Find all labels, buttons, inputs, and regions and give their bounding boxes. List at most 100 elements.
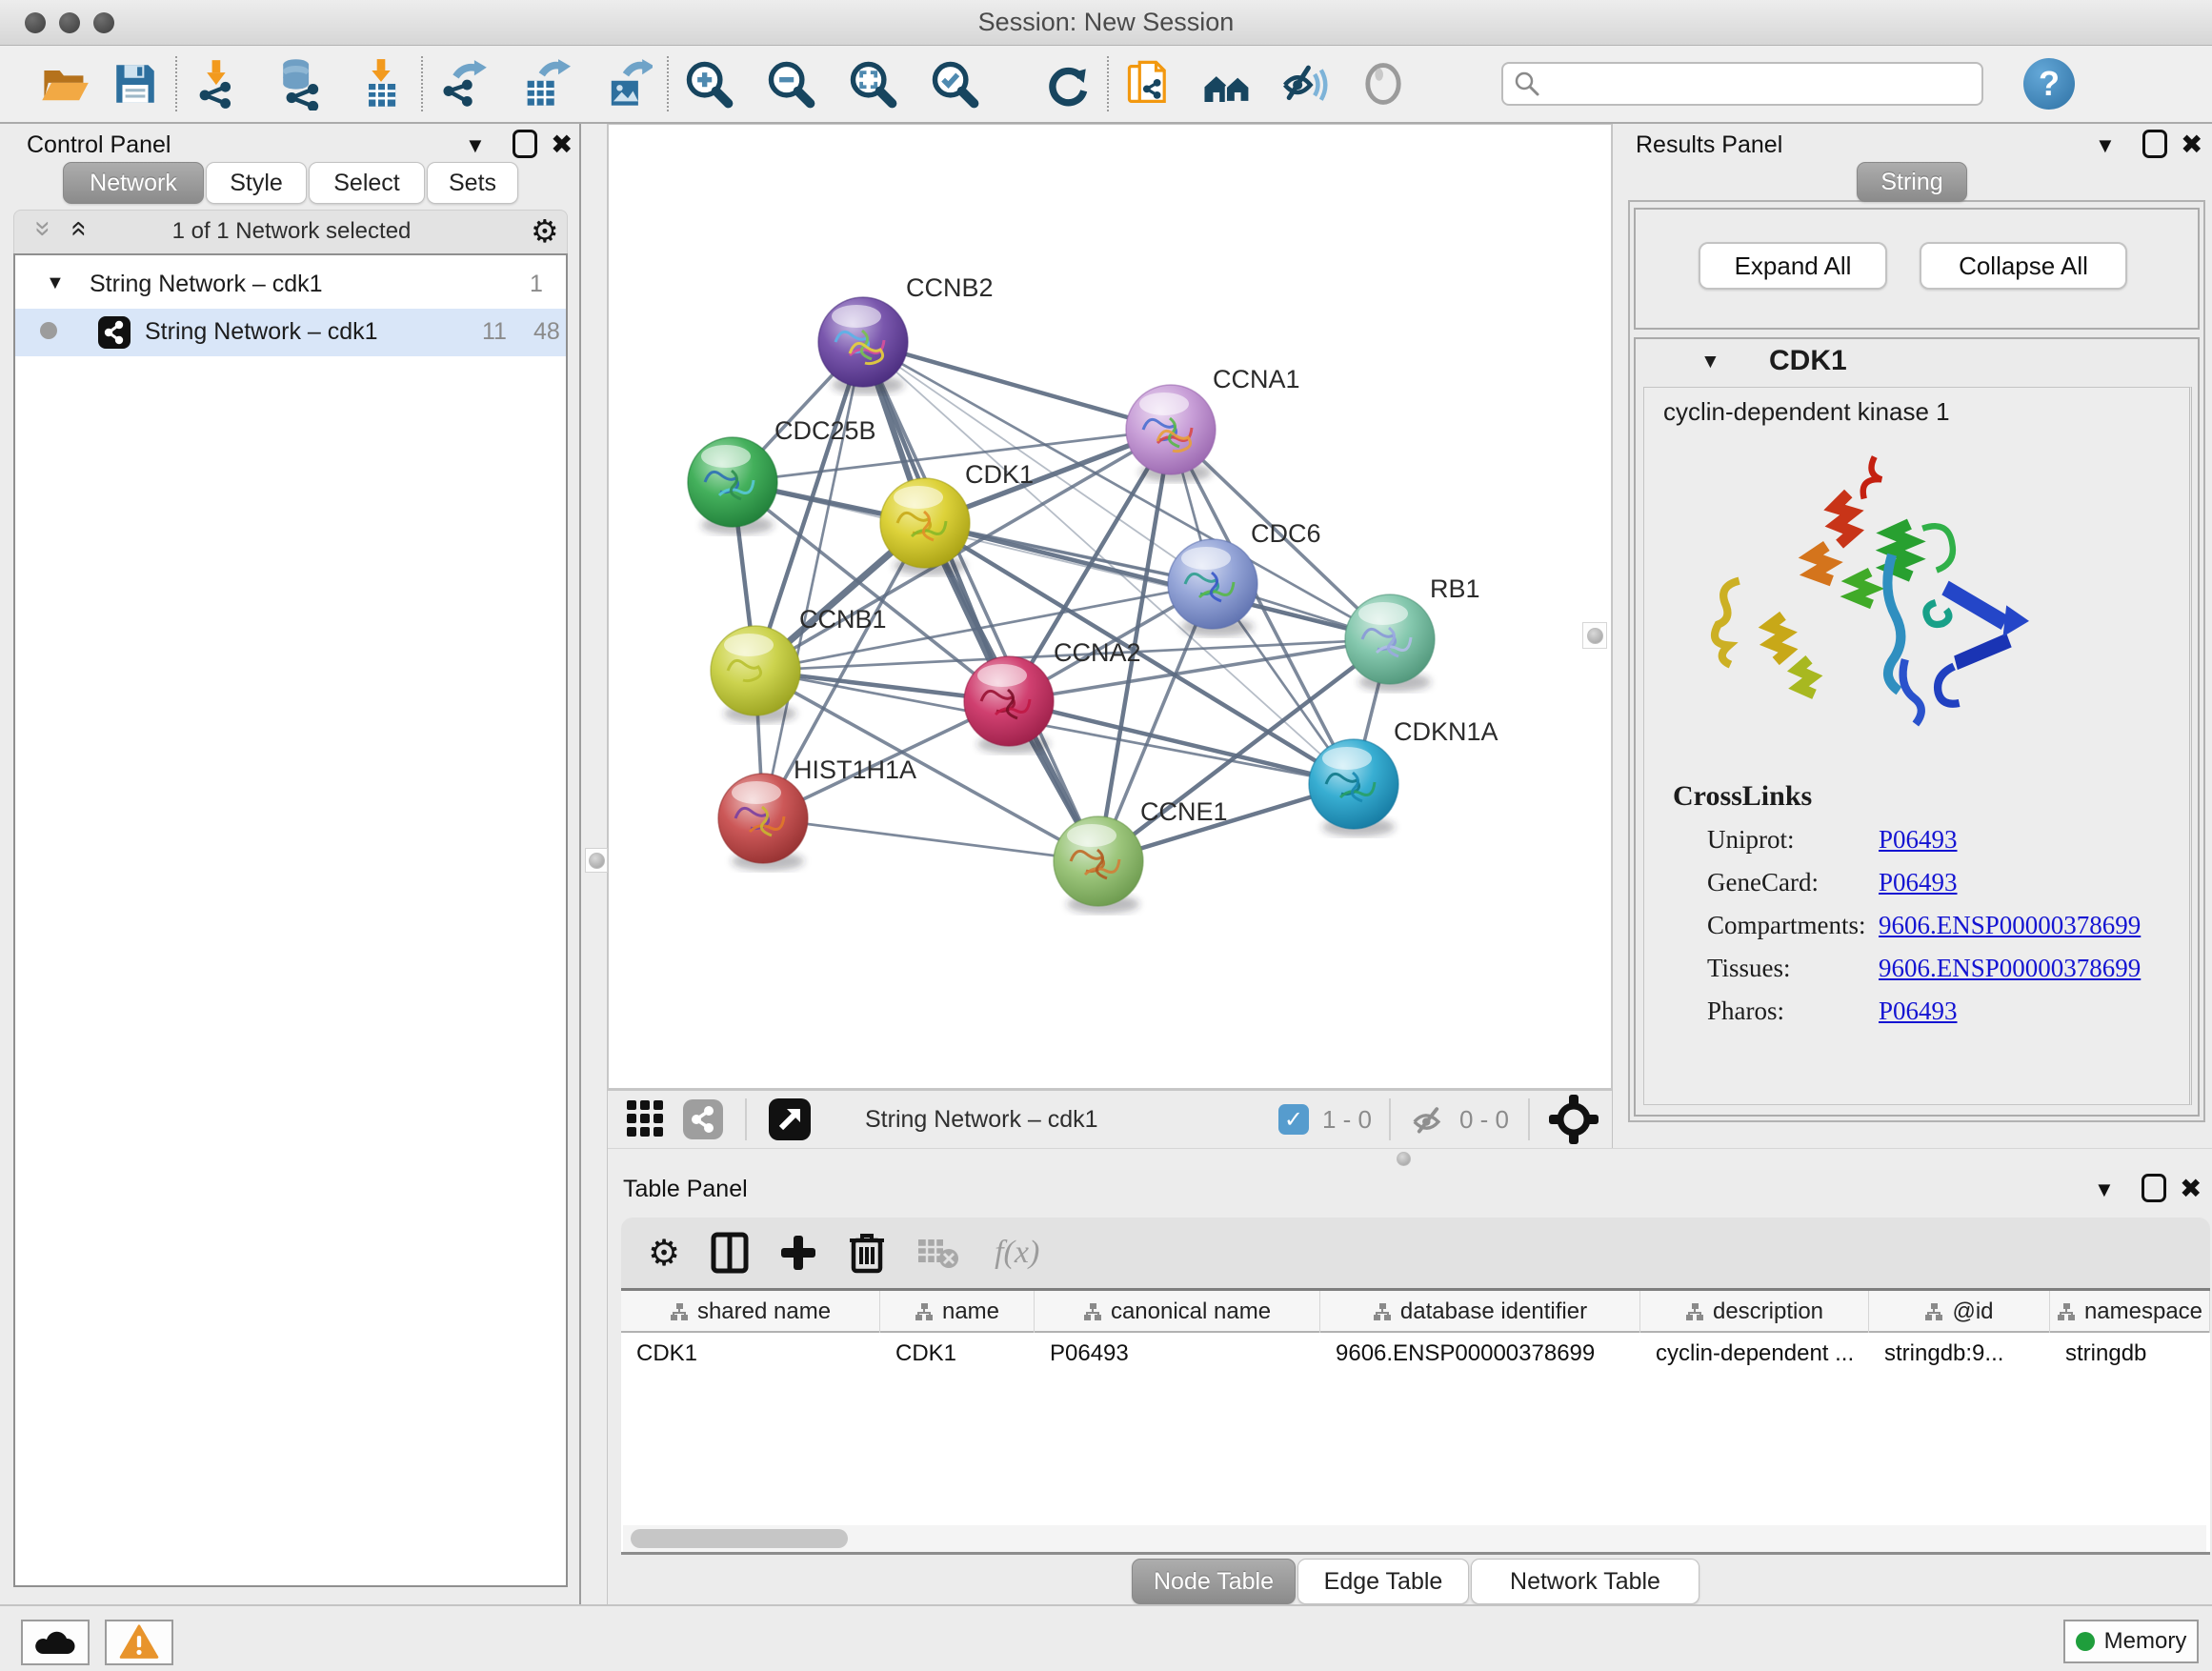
network-canvas[interactable]: CCNB2CCNA1CDC25BCDK1CDC6RB1CCNB1CCNA2CDK… [609, 125, 1611, 1088]
network-tree-root-row[interactable]: ▼ String Network – cdk1 1 [15, 263, 566, 309]
horizontal-splitter-handle[interactable] [1397, 1152, 1411, 1166]
float-table-icon[interactable] [2142, 1174, 2166, 1202]
pharos-link[interactable]: P06493 [1879, 997, 1958, 1025]
column-type-icon [1083, 1302, 1102, 1321]
string-network-icon [97, 315, 131, 350]
show-all-views-button[interactable] [1200, 57, 1254, 111]
tab-string[interactable]: String [1857, 162, 1967, 202]
delete-column-icon[interactable] [848, 1231, 886, 1275]
crosshair-icon[interactable] [1549, 1095, 1599, 1144]
hidden-node-edge-counts: 0 - 0 [1459, 1105, 1509, 1135]
automation-status-button[interactable] [21, 1620, 90, 1665]
tab-sets[interactable]: Sets [427, 162, 518, 204]
window-minimize-button[interactable] [59, 12, 80, 33]
results-buttons-box: Expand All Collapse All [1634, 208, 2200, 330]
column-header[interactable]: shared name [621, 1291, 880, 1333]
table-cell[interactable]: stringdb:9... [1869, 1333, 2050, 1375]
show-hidden-button[interactable] [1357, 57, 1410, 111]
tab-network[interactable]: Network [63, 162, 204, 204]
import-table-button[interactable] [354, 57, 408, 111]
crosslinks-list: Uniprot:P06493 GeneCard:P06493 Compartme… [1707, 818, 2141, 1033]
minimize-table-icon[interactable]: ▼ [2094, 1179, 2115, 1200]
column-header[interactable]: description [1640, 1291, 1869, 1333]
zoom-out-button[interactable] [764, 57, 817, 111]
tab-select[interactable]: Select [309, 162, 425, 204]
table-cell[interactable]: CDK1 [621, 1333, 880, 1375]
table-cell[interactable]: stringdb [2050, 1333, 2210, 1375]
network-view-mode-icon[interactable] [682, 1098, 724, 1140]
right-splitter-handle[interactable] [1587, 628, 1603, 644]
open-session-button[interactable] [38, 57, 91, 111]
tab-edge-table[interactable]: Edge Table [1297, 1559, 1469, 1604]
tab-style[interactable]: Style [206, 162, 307, 204]
close-table-icon[interactable]: ✖ [2180, 1176, 2202, 1202]
tab-node-table[interactable]: Node Table [1132, 1559, 1296, 1604]
zoom-fit-button[interactable] [846, 57, 899, 111]
window-zoom-button[interactable] [93, 12, 114, 33]
collection-network-count: 1 [530, 271, 543, 298]
compartments-link[interactable]: 9606.ENSP00000378699 [1879, 911, 2141, 939]
table-settings-gear-icon[interactable]: ⚙ [648, 1232, 680, 1275]
table-hscrollbar[interactable] [623, 1525, 2206, 1552]
table-hscrollbar-thumb[interactable] [631, 1529, 848, 1548]
table-panel: Table Panel ▼ ✖ ⚙ f(x) [608, 1170, 2212, 1604]
clone-network-button[interactable] [1122, 57, 1176, 111]
hide-selected-button[interactable] [1278, 57, 1332, 111]
save-session-button[interactable] [109, 57, 162, 111]
expand-all-button[interactable]: Expand All [1699, 242, 1887, 290]
birds-eye-view-icon[interactable] [768, 1097, 812, 1141]
uniprot-link[interactable]: P06493 [1879, 825, 1958, 854]
warnings-button[interactable] [105, 1620, 173, 1665]
results-panel: Results Panel ▼ ✖ String Expand All Coll… [1612, 124, 2212, 1148]
gene-symbol: CDK1 [1769, 345, 1847, 377]
help-button[interactable]: ? [2023, 58, 2075, 110]
zoom-selected-button[interactable] [928, 57, 981, 111]
table-cell[interactable]: cyclin-dependent ... [1640, 1333, 1869, 1375]
network-options-gear-icon[interactable]: ⚙ [531, 212, 559, 250]
table-cell[interactable]: P06493 [1035, 1333, 1320, 1375]
column-header[interactable]: name [880, 1291, 1035, 1333]
status-bar: Memory [0, 1604, 2212, 1671]
left-splitter[interactable] [579, 124, 608, 1604]
close-panel-icon[interactable]: ✖ [551, 131, 573, 158]
zoom-in-button[interactable] [682, 57, 735, 111]
network-tree-row-selected[interactable]: String Network – cdk1 11 48 [15, 309, 566, 356]
tree-expander-icon[interactable]: ▼ [46, 272, 65, 294]
left-splitter-handle[interactable] [589, 853, 605, 869]
add-column-icon[interactable] [779, 1234, 817, 1272]
show-columns-icon[interactable] [711, 1232, 749, 1274]
minimize-panel-icon[interactable]: ▼ [465, 135, 486, 156]
export-table-button[interactable] [518, 57, 572, 111]
minimize-results-icon[interactable]: ▼ [2095, 135, 2116, 156]
column-header[interactable]: database identifier [1320, 1291, 1640, 1333]
import-network-button[interactable] [191, 57, 244, 111]
close-results-icon[interactable]: ✖ [2181, 131, 2202, 158]
selected-checkbox-icon[interactable]: ✓ [1278, 1104, 1309, 1135]
svg-text:CDK1: CDK1 [965, 460, 1034, 489]
table-cell[interactable]: CDK1 [880, 1333, 1035, 1375]
column-header[interactable]: @id [1869, 1291, 2050, 1333]
horizontal-splitter[interactable] [608, 1148, 2212, 1170]
column-type-icon [670, 1302, 689, 1321]
search-box[interactable] [1501, 62, 1983, 106]
tissues-link[interactable]: 9606.ENSP00000378699 [1879, 954, 2141, 982]
genecard-link[interactable]: P06493 [1879, 868, 1958, 896]
export-network-button[interactable] [436, 57, 490, 111]
float-results-icon[interactable] [2142, 130, 2167, 158]
memory-button[interactable]: Memory [2063, 1620, 2199, 1663]
tab-network-table[interactable]: Network Table [1471, 1559, 1699, 1604]
crosslink-row: GeneCard:P06493 [1707, 861, 2141, 904]
apply-layout-button[interactable] [1040, 57, 1094, 111]
collapse-all-button[interactable]: Collapse All [1920, 242, 2127, 290]
gene-expander-icon[interactable]: ▼ [1700, 351, 1720, 373]
table-cell[interactable]: 9606.ENSP00000378699 [1320, 1333, 1640, 1375]
column-header[interactable]: canonical name [1035, 1291, 1320, 1333]
float-panel-icon[interactable] [513, 130, 537, 158]
column-header[interactable]: namespace [2050, 1291, 2210, 1333]
grid-view-icon[interactable] [625, 1098, 667, 1140]
export-image-button[interactable] [600, 57, 654, 111]
svg-text:CCNE1: CCNE1 [1140, 797, 1228, 826]
window-close-button[interactable] [25, 12, 46, 33]
import-network-from-database-button[interactable] [272, 57, 326, 111]
search-input[interactable] [1541, 70, 1961, 97]
